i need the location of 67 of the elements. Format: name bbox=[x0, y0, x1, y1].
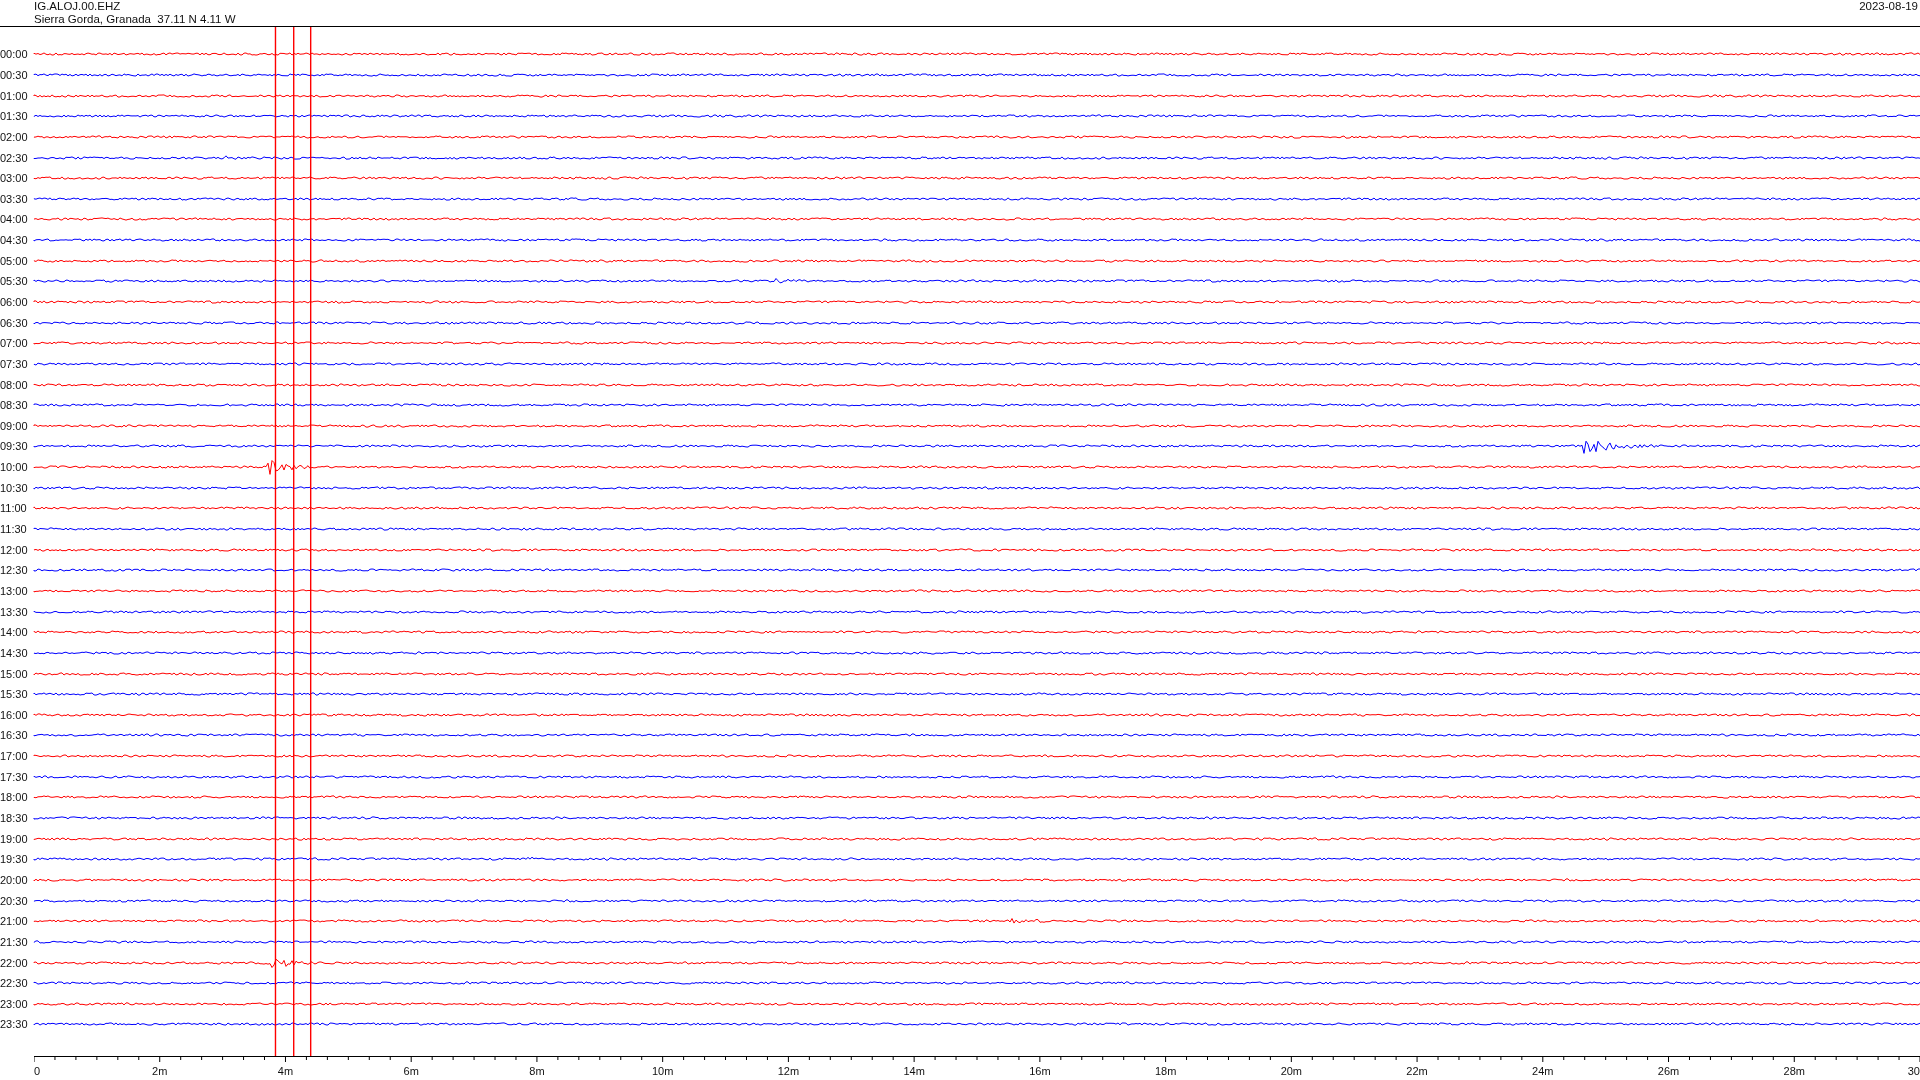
time-label: 07:30 bbox=[0, 357, 29, 370]
time-label: 16:30 bbox=[0, 729, 29, 742]
time-label: 23:30 bbox=[0, 1018, 29, 1031]
time-label: 04:30 bbox=[0, 234, 29, 247]
time-label: 00:30 bbox=[0, 68, 29, 81]
time-label: 19:00 bbox=[0, 832, 29, 845]
axis-label: 2m bbox=[152, 1064, 168, 1077]
time-label: 01:00 bbox=[0, 89, 29, 102]
time-label: 08:30 bbox=[0, 399, 29, 412]
time-label: 12:30 bbox=[0, 564, 29, 577]
time-label: 04:00 bbox=[0, 213, 29, 226]
axis-label: 8m bbox=[529, 1064, 545, 1077]
axis-label: 30 bbox=[1907, 1064, 1920, 1077]
time-label: 03:30 bbox=[0, 192, 29, 205]
time-label: 03:00 bbox=[0, 172, 29, 185]
axis-label: 26m bbox=[1657, 1064, 1680, 1077]
time-label: 14:30 bbox=[0, 646, 29, 659]
axis-label: 14m bbox=[903, 1064, 925, 1077]
time-label: 17:30 bbox=[0, 770, 29, 783]
time-label: 02:30 bbox=[0, 151, 29, 164]
time-label: 13:30 bbox=[0, 605, 29, 618]
time-label: 06:00 bbox=[0, 296, 29, 308]
time-label: 11:00 bbox=[0, 502, 28, 515]
time-label: 05:30 bbox=[0, 275, 29, 288]
axis-label: 18m bbox=[1154, 1064, 1177, 1077]
time-label: 22:00 bbox=[0, 956, 29, 969]
time-label: 22:30 bbox=[0, 977, 29, 990]
axis-label: 12m bbox=[777, 1064, 800, 1077]
time-label: 10:00 bbox=[0, 461, 29, 474]
axis-label: 4m bbox=[277, 1064, 294, 1077]
axis-label: 16m bbox=[1029, 1064, 1051, 1077]
time-label: 09:00 bbox=[0, 419, 29, 432]
time-label: 10:30 bbox=[0, 481, 29, 494]
time-label: 20:00 bbox=[0, 873, 29, 886]
axis-label: 0 bbox=[33, 1064, 41, 1077]
axis-label: 24m bbox=[1532, 1064, 1554, 1077]
axis-label: 20m bbox=[1280, 1064, 1303, 1077]
time-label: 23:00 bbox=[0, 997, 29, 1010]
time-label: 18:00 bbox=[0, 791, 29, 804]
time-label: 13:00 bbox=[0, 584, 29, 597]
time-label: 00:00 bbox=[0, 48, 29, 61]
time-label: 15:00 bbox=[0, 667, 29, 680]
time-label: 21:00 bbox=[0, 915, 29, 928]
time-label: 19:30 bbox=[0, 853, 29, 866]
axis-label: 10m bbox=[651, 1064, 674, 1077]
axis-label: 22m bbox=[1406, 1064, 1428, 1077]
time-label: 20:30 bbox=[0, 894, 29, 907]
station-location: Sierra Gorda, Granada 37.11 N 4.11 W bbox=[34, 13, 236, 26]
date-label: 2023-08-19 bbox=[1859, 0, 1919, 14]
time-label: 09:30 bbox=[0, 440, 29, 453]
station-code: IG.ALOJ.00.EHZ bbox=[34, 0, 122, 13]
time-label: 06:30 bbox=[0, 316, 29, 329]
time-label: 11:30 bbox=[0, 523, 28, 536]
time-label: 17:00 bbox=[0, 750, 29, 763]
time-label: 02:00 bbox=[0, 130, 29, 143]
time-label: 08:00 bbox=[0, 378, 29, 391]
time-label: 18:30 bbox=[0, 812, 29, 824]
time-label: 07:00 bbox=[0, 337, 29, 350]
time-label: 01:30 bbox=[0, 110, 29, 123]
time-label: 15:30 bbox=[0, 688, 29, 701]
time-label: 14:00 bbox=[0, 626, 29, 639]
axis-label: 6m bbox=[403, 1064, 419, 1077]
time-label: 05:00 bbox=[0, 254, 29, 267]
time-label: 16:00 bbox=[0, 708, 29, 721]
axis-label: 28m bbox=[1783, 1064, 1805, 1077]
time-label: 12:00 bbox=[0, 543, 29, 556]
time-label: 21:30 bbox=[0, 935, 29, 948]
